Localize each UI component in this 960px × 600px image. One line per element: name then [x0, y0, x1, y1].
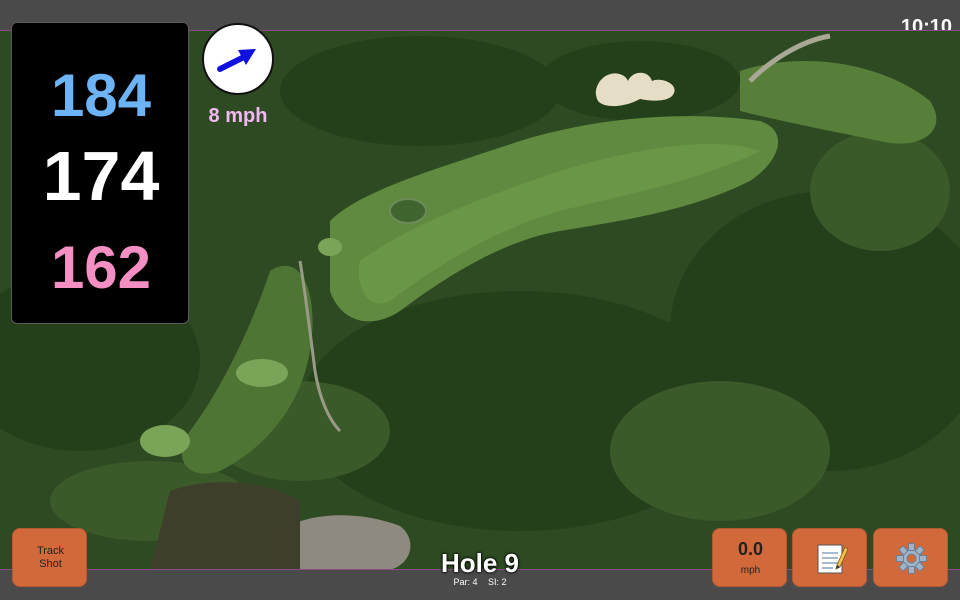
speed-value: 0.0: [737, 539, 764, 559]
distance-front-yards: 162: [50, 234, 152, 301]
settings-button[interactable]: [873, 528, 948, 587]
hole-par: Par: 4: [453, 577, 478, 587]
speed-button[interactable]: 0.0 mph: [712, 528, 787, 587]
speed-unit: mph: [740, 565, 761, 576]
notepad-icon: [817, 544, 849, 574]
track-shot-button[interactable]: Track Shot: [12, 528, 87, 587]
distance-back-yards: 184: [50, 62, 152, 129]
gear-icon: [896, 543, 927, 574]
track-shot-label: Track Shot: [36, 545, 65, 570]
notes-button[interactable]: [792, 528, 867, 587]
wind-indicator: [202, 23, 274, 95]
wind-direction-arrow-icon: [217, 49, 256, 72]
hole-info: Par: 4 SI: 2: [380, 577, 580, 588]
hole-stroke-index: SI: 2: [488, 577, 507, 587]
distance-middle-yards: 174: [42, 137, 160, 215]
hole-title: Hole 9: [440, 548, 520, 578]
wind-speed-label: 8 mph: [208, 105, 268, 127]
distance-panel: 184 174 162: [11, 22, 189, 324]
